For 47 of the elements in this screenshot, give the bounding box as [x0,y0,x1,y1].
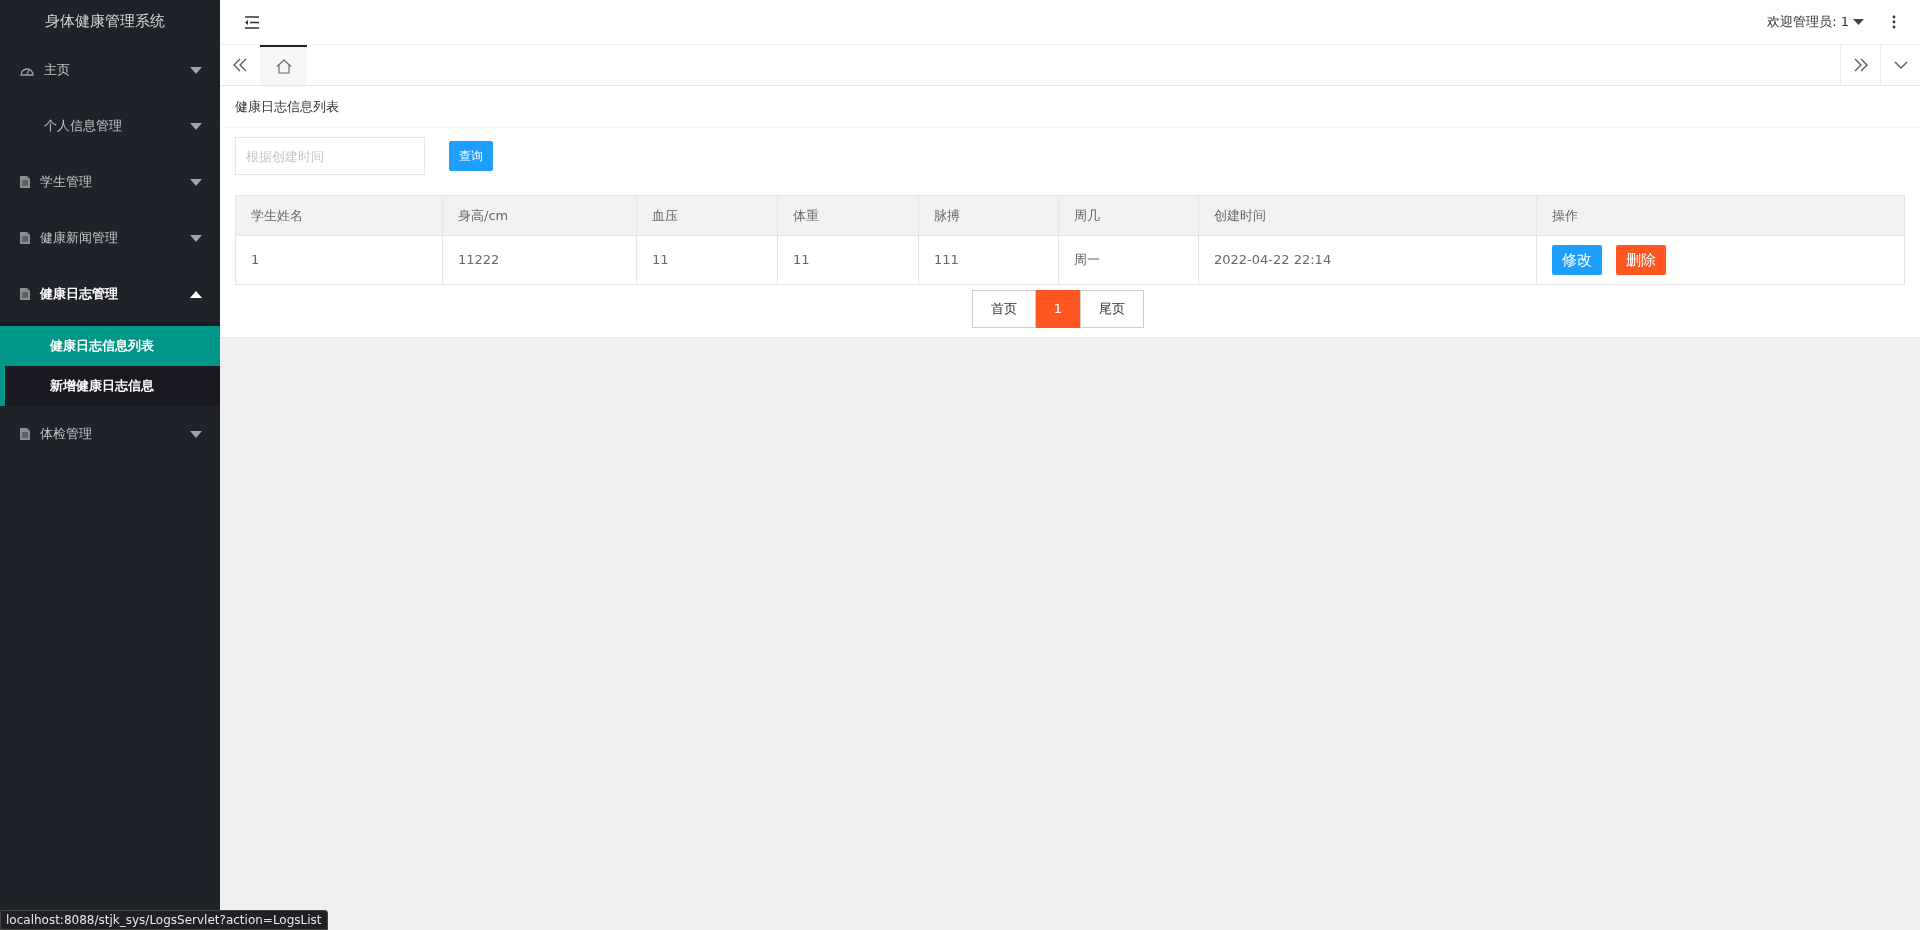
column-header: 创建时间 [1199,196,1537,235]
table-cell: 111 [919,236,1059,284]
sidebar-item[interactable]: 个人信息管理 [0,98,220,154]
table-cell: 11222 [443,236,637,284]
status-bar-url: localhost:8088/stjk_sys/LogsServlet?action=LogsList [0,910,328,930]
app-title: 身体健康管理系统 [44,10,166,32]
home-icon [275,58,292,74]
first-page-button[interactable]: 首页 [972,290,1036,328]
table-cell: 11 [778,236,919,284]
caret-down-icon [190,234,202,242]
column-header: 血压 [637,196,778,235]
welcome-user[interactable]: 欢迎管理员: 1 [1767,12,1849,32]
caret-up-icon [190,290,202,298]
document-icon [20,288,30,300]
table-cell: 2022-04-22 22:14 [1199,236,1537,284]
table-cell: 11 [637,236,778,284]
menu-fold-icon[interactable] [244,15,260,29]
home-tab[interactable] [260,45,307,85]
submenu-item[interactable]: 新增健康日志信息 [0,366,220,406]
table-cell: 周一 [1059,236,1199,284]
more-icon[interactable] [1892,15,1896,29]
table-cell: 1 [236,236,443,284]
column-header: 身高/cm [443,196,637,235]
caret-down-icon [190,66,202,74]
last-page-button[interactable]: 尾页 [1080,290,1144,328]
sidebar-item[interactable]: 主页 [0,42,220,98]
caret-down-icon [190,430,202,438]
double-chevron-right-icon [1853,58,1868,72]
column-header: 周几 [1059,196,1199,235]
caret-down-icon [190,178,202,186]
caret-down-icon [190,122,202,130]
document-icon [20,176,30,188]
submenu-item[interactable]: 健康日志信息列表 [0,326,220,366]
sidebar-item[interactable]: 健康新闻管理 [0,210,220,266]
chevron-down-icon [1893,61,1908,69]
double-chevron-left-icon [233,58,247,72]
document-icon [20,428,30,440]
sidebar-item[interactable]: 学生管理 [0,154,220,210]
column-header: 体重 [778,196,919,235]
document-icon [20,232,30,244]
sidebar-item[interactable]: 健康日志管理 [0,266,220,322]
caret-down-icon[interactable] [1853,19,1864,25]
panel-title: 健康日志信息列表 [235,97,339,116]
column-header: 脉搏 [919,196,1059,235]
column-header: 学生姓名 [236,196,443,235]
column-header: 操作 [1551,206,1579,225]
sidebar-item[interactable]: 体检管理 [0,406,220,462]
